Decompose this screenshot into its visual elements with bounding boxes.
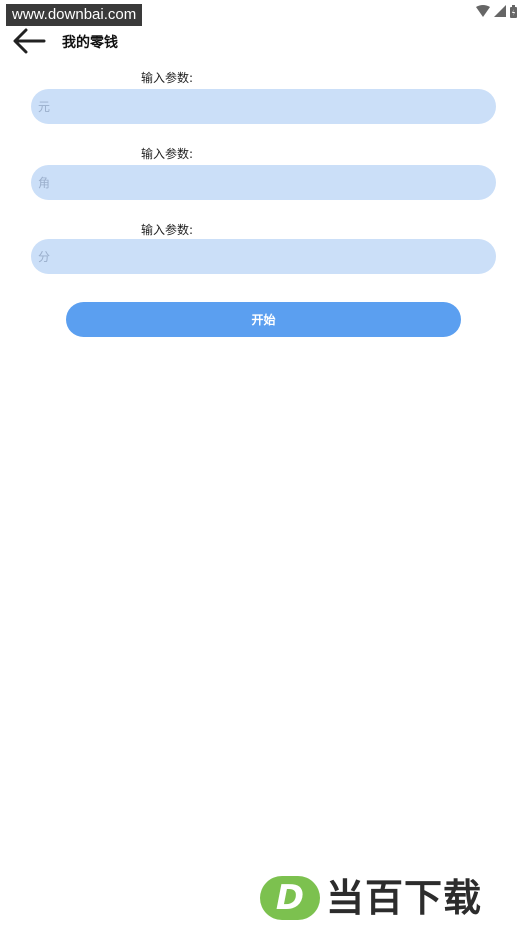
fen-input[interactable] — [31, 239, 496, 274]
yuan-input[interactable] — [31, 89, 496, 124]
back-button[interactable] — [10, 28, 48, 58]
start-button[interactable]: 开始 — [66, 302, 461, 337]
watermark-url: www.downbai.com — [6, 4, 143, 26]
battery-icon — [510, 4, 517, 18]
jiao-input[interactable] — [31, 165, 496, 200]
jiao-field-label: 输入参数: — [141, 147, 194, 161]
app-bar: 我的零钱 — [0, 28, 527, 60]
brand-text: 当百下载 — [326, 876, 483, 920]
brand-watermark: D 当百下载 — [260, 874, 522, 922]
page-title: 我的零钱 — [62, 35, 118, 51]
status-bar — [476, 4, 517, 18]
arrow-left-icon — [12, 28, 46, 58]
fen-field-label: 输入参数: — [141, 223, 194, 237]
wifi-icon — [476, 5, 490, 17]
yuan-field-label: 输入参数: — [141, 71, 194, 85]
signal-icon — [494, 5, 506, 17]
brand-mark-icon: D — [260, 876, 320, 920]
